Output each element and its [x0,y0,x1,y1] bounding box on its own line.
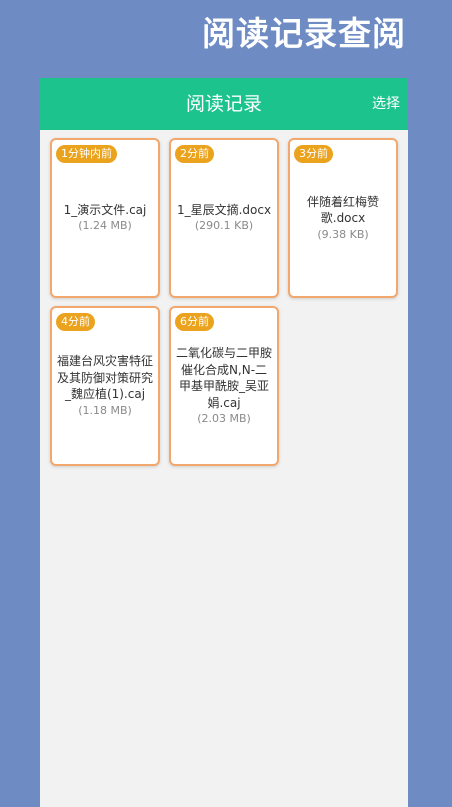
file-size: (9.38 KB) [317,227,369,241]
record-card[interactable]: 1分钟内前 1_演示文件.caj (1.24 MB) [50,138,160,298]
time-badge: 3分前 [294,145,333,163]
page-title: 阅读记录查阅 [202,14,406,53]
record-card[interactable]: 4分前 福建台风灾害特征及其防御对策研究_魏应植(1).caj (1.18 MB… [50,306,160,466]
time-badge: 2分前 [175,145,214,163]
file-size: (290.1 KB) [194,219,254,233]
record-card[interactable]: 3分前 伴随着红梅赞歌.docx (9.38 KB) [288,138,398,298]
file-name: 1_演示文件.caj [63,202,147,217]
app-window: 阅读记录 选择 1分钟内前 1_演示文件.caj (1.24 MB) 2分前 1… [40,78,408,807]
file-size: (2.03 MB) [197,412,251,425]
file-name: 福建台风灾害特征及其防御对策研究_魏应植(1).caj [57,354,154,402]
time-badge: 4分前 [56,313,95,331]
select-button[interactable]: 选择 [372,78,400,130]
header-title: 阅读记录 [185,93,262,115]
record-card[interactable]: 6分前 二氧化碳与二甲胺催化合成N,N-二甲基甲酰胺_吴亚娟.caj (2.03… [169,306,279,466]
file-name: 1_星辰文摘.docx [176,202,272,217]
time-badge: 6分前 [175,313,214,331]
file-size: (1.18 MB) [78,403,132,417]
file-size: (1.24 MB) [78,219,132,233]
record-card[interactable]: 2分前 1_星辰文摘.docx (290.1 KB) [169,138,279,298]
app-header: 阅读记录 选择 [40,78,408,130]
file-name: 伴随着红梅赞歌.docx [306,194,379,226]
file-name: 二氧化碳与二甲胺催化合成N,N-二甲基甲酰胺_吴亚娟.caj [176,346,273,410]
time-badge: 1分钟内前 [56,145,117,163]
records-grid: 1分钟内前 1_演示文件.caj (1.24 MB) 2分前 1_星辰文摘.do… [40,130,408,474]
